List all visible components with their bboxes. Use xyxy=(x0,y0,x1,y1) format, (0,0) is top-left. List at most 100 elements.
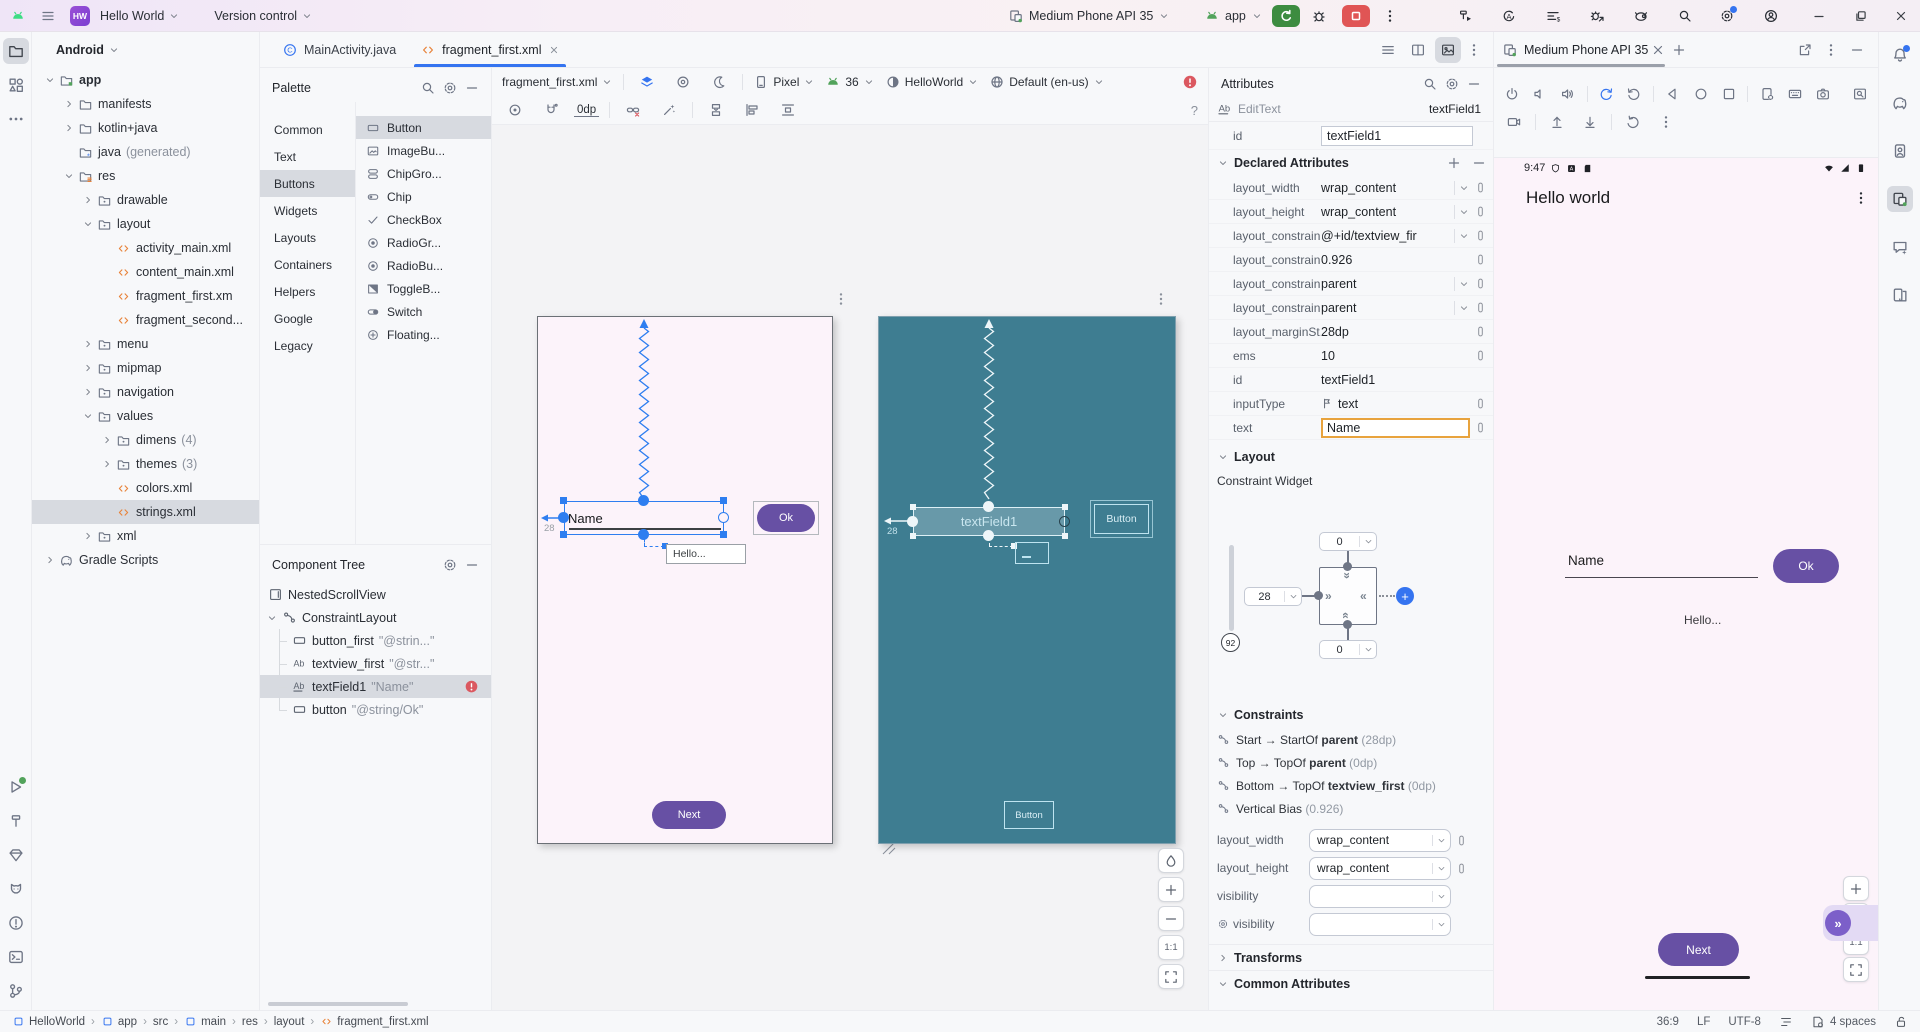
rotL-button[interactable] xyxy=(1597,82,1616,106)
attribute-row-layout-constrain-[interactable]: layout_constrain... @+id/textview_fir xyxy=(1209,224,1493,248)
layout-file-selector[interactable]: fragment_first.xml xyxy=(502,75,613,89)
emulator-screen[interactable]: 9:47 A Hello world Name Ok Hello... Next xyxy=(1494,158,1878,1010)
tab-mainactivity[interactable]: C MainActivity.java xyxy=(270,32,408,67)
project-switcher[interactable]: Hello World xyxy=(100,9,180,23)
attribute-row-layout-marginst-[interactable]: layout_marginSt... 28dp xyxy=(1209,320,1493,344)
align-icon[interactable] xyxy=(739,97,765,123)
start-margin-selector[interactable]: 28 xyxy=(1244,587,1302,606)
restore-button[interactable] xyxy=(1621,110,1645,134)
palette-item-chip[interactable]: Chip xyxy=(356,185,491,208)
caret-position[interactable]: 36:9 xyxy=(1657,1016,1679,1028)
pick-resource-icon[interactable] xyxy=(1474,397,1487,410)
device-for-preview-selector[interactable]: Pixel xyxy=(753,74,815,90)
down-button[interactable] xyxy=(1578,110,1602,134)
attributes-minimize-icon[interactable] xyxy=(1463,71,1485,97)
top-constraint-anchor[interactable] xyxy=(638,495,649,506)
palette-item-checkbox[interactable]: CheckBox xyxy=(356,208,491,231)
next-button[interactable]: Next xyxy=(652,801,726,829)
attribute-value-input[interactable]: Name xyxy=(1321,417,1470,438)
project-tree-item-dimens[interactable]: dimens (4) xyxy=(32,428,259,452)
device-explorer-button[interactable] xyxy=(1887,282,1913,308)
project-view-selector[interactable]: Android xyxy=(32,32,259,68)
pick-resource-icon[interactable] xyxy=(1474,205,1487,218)
attribute-row-layout-constrain-[interactable]: layout_constrain... parent xyxy=(1209,272,1493,296)
main-menu-icon[interactable] xyxy=(36,4,60,28)
project-tree-item-colors-xml[interactable]: colors.xml xyxy=(32,476,259,500)
component-tree-item-textview_first[interactable]: Ab textview_first "@str..." xyxy=(260,652,491,675)
volHigh-button[interactable] xyxy=(1558,82,1577,106)
palette-item-chipgro-[interactable]: ChipGro... xyxy=(356,162,491,185)
clear-constraints-icon[interactable] xyxy=(620,97,646,123)
panel-options-icon[interactable] xyxy=(1822,37,1840,63)
breadcrumb-item-helloworld[interactable]: HelloWorld xyxy=(12,1015,85,1028)
project-tree-item-activity-main-xml[interactable]: activity_main.xml xyxy=(32,236,259,260)
project-tree-item-values[interactable]: values xyxy=(32,404,259,428)
palette-settings-icon[interactable] xyxy=(439,75,461,101)
profile-app-button[interactable] xyxy=(1452,3,1478,29)
collapse-flyout-button[interactable]: » xyxy=(1825,910,1851,936)
app-menu-icon[interactable] xyxy=(1853,190,1869,206)
attribute-dropdown-icon[interactable] xyxy=(1454,229,1470,243)
gemini-chat-button[interactable] xyxy=(1887,234,1913,260)
up-button[interactable] xyxy=(1545,110,1569,134)
end-constraint-anchor[interactable] xyxy=(718,512,729,523)
component-tree-item-button[interactable]: button "@string/Ok" xyxy=(260,698,491,721)
project-tree-item-strings-xml[interactable]: strings.xml xyxy=(32,500,259,524)
attribute-field-select[interactable] xyxy=(1309,912,1451,936)
recents-button[interactable] xyxy=(1719,82,1738,106)
attribute-field-select[interactable]: wrap_content xyxy=(1309,828,1451,852)
gradle-button[interactable] xyxy=(1887,90,1913,116)
file-encoding[interactable]: UTF-8 xyxy=(1728,1016,1761,1028)
remove-attribute-icon[interactable] xyxy=(1469,150,1489,176)
palette-item-switch[interactable]: Switch xyxy=(356,300,491,323)
device-selector[interactable]: Medium Phone API 35 xyxy=(1008,8,1170,24)
attribute-field-select[interactable] xyxy=(1309,884,1451,908)
pack-icon[interactable] xyxy=(703,97,729,123)
breadcrumb-item-fragment-first-xml[interactable]: fragment_first.xml xyxy=(320,1015,429,1028)
widget-start-anchor[interactable] xyxy=(1314,591,1323,600)
palette-category-text[interactable]: Text xyxy=(260,143,355,170)
component-tree-item-textfield1[interactable]: Ab textField1 "Name" xyxy=(260,675,491,698)
design-view-button[interactable] xyxy=(1435,36,1461,63)
pick-resource-icon[interactable] xyxy=(1474,421,1487,434)
api-version-selector[interactable]: 36 xyxy=(825,74,874,90)
default-margins-selector[interactable]: 0dp xyxy=(574,104,600,117)
user-account-button[interactable] xyxy=(1758,3,1784,29)
palette-category-common[interactable]: Common xyxy=(260,116,355,143)
design-phone-menu-icon[interactable] xyxy=(833,291,849,307)
project-tree-item-java[interactable]: * java (generated) xyxy=(32,140,259,164)
project-button[interactable] xyxy=(2,38,29,64)
constraint-widget[interactable]: 92 0 28 0 « « » « + xyxy=(1209,490,1493,662)
keyboard-button[interactable] xyxy=(1786,82,1805,106)
attribute-row-layout-constrain-[interactable]: layout_constrain... parent xyxy=(1209,296,1493,320)
component-tree-item-button_first[interactable]: button_first "@strin..." xyxy=(260,629,491,652)
widget-top-anchor[interactable] xyxy=(1343,562,1352,571)
component-tree-minimize-icon[interactable] xyxy=(461,552,483,578)
project-tree-item-mipmap[interactable]: mipmap xyxy=(32,356,259,380)
power-button[interactable] xyxy=(1502,82,1521,106)
close-device-tab-icon[interactable] xyxy=(1648,37,1668,63)
project-tree-item-layout[interactable]: layout xyxy=(32,212,259,236)
blueprint-next-button[interactable]: Button xyxy=(1004,801,1054,829)
device-tab-title[interactable]: Medium Phone API 35 xyxy=(1524,43,1648,57)
attribute-row-layout-constrain-[interactable]: layout_constrain... 0.926 xyxy=(1209,248,1493,272)
rotR-button[interactable] xyxy=(1625,82,1644,106)
attribute-field-select[interactable]: wrap_content xyxy=(1309,856,1451,880)
run-button[interactable] xyxy=(3,774,29,800)
constraint-row[interactable]: Start → StartOf parent (28dp) xyxy=(1209,728,1493,751)
design-mode-icon[interactable] xyxy=(634,69,660,95)
locale-selector[interactable]: Default (en-us) xyxy=(989,74,1104,90)
project-tree-item-xml[interactable]: xml xyxy=(32,524,259,548)
attribute-field-layout_height[interactable]: layout_height wrap_content xyxy=(1209,854,1493,882)
component-tree-settings-icon[interactable] xyxy=(439,552,461,578)
project-tree-item-res[interactable]: res xyxy=(32,164,259,188)
id-input[interactable]: textField1 xyxy=(1321,125,1473,146)
attribute-row-layout-height[interactable]: layout_height wrap_content xyxy=(1209,200,1493,224)
running-devices-button[interactable] xyxy=(1886,186,1913,212)
horizontal-scrollbar[interactable] xyxy=(268,1002,408,1006)
breadcrumb-item-src[interactable]: src xyxy=(153,1016,168,1028)
pick-resource-icon[interactable] xyxy=(1474,253,1487,266)
palette-minimize-icon[interactable] xyxy=(461,75,483,101)
pick-resource-icon[interactable] xyxy=(1474,277,1487,290)
video-button[interactable] xyxy=(1502,110,1526,134)
